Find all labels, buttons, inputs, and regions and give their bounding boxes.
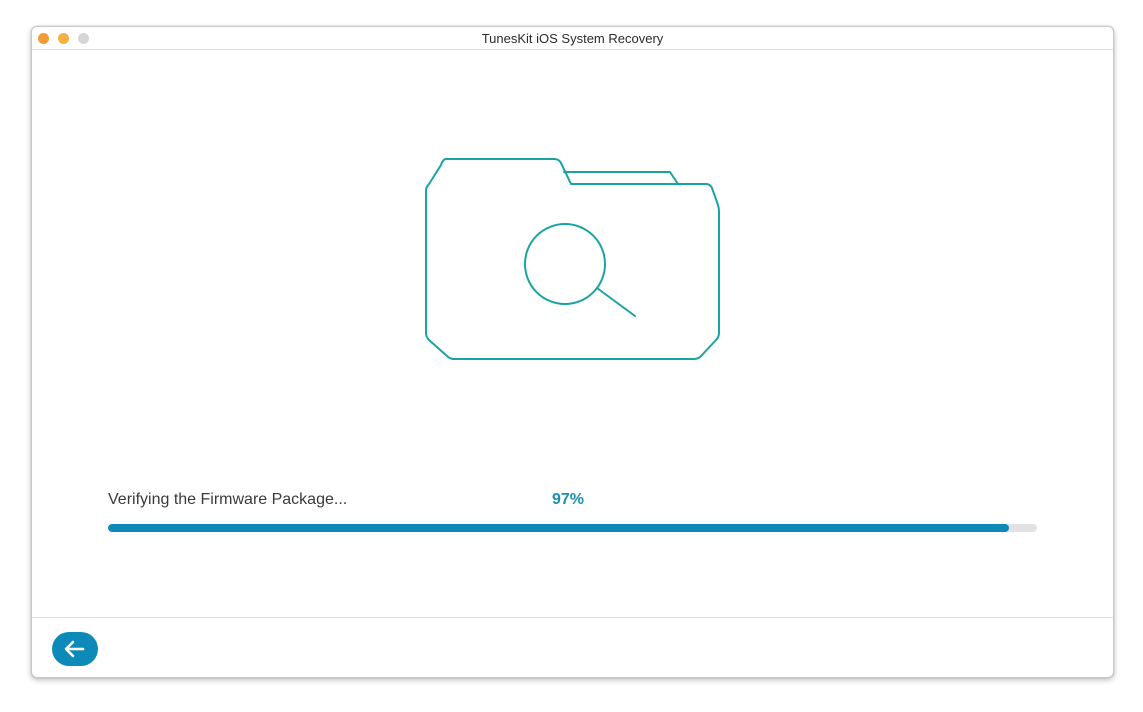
progress-bar-fill: [108, 524, 1010, 532]
window-title: TunesKit iOS System Recovery: [481, 31, 664, 46]
title-bar: TunesKit iOS System Recovery: [32, 27, 1113, 50]
progress-bar: [108, 524, 1037, 532]
arrow-left-icon: [64, 640, 85, 658]
back-button[interactable]: [52, 632, 98, 666]
progress-percent: 97%: [552, 491, 585, 508]
folder-search-icon: [425, 158, 720, 360]
app-window: TunesKit iOS System Recovery Verifying t…: [31, 26, 1114, 678]
footer-divider: [32, 617, 1113, 618]
progress-status-label: Verifying the Firmware Package...: [108, 491, 348, 508]
